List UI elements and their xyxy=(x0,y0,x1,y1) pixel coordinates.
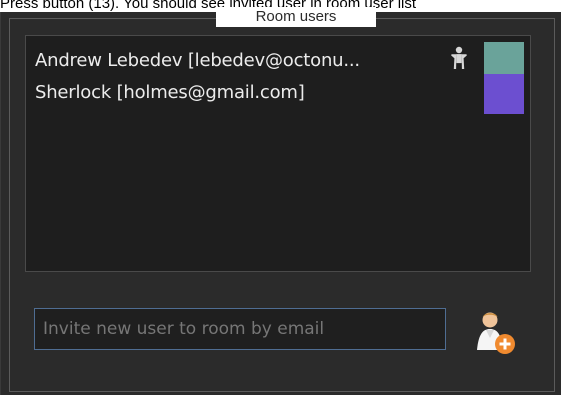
user-row[interactable]: Sherlock [holmes@gmail.com] xyxy=(35,74,525,114)
invite-email-input[interactable] xyxy=(34,308,446,350)
user-label: Andrew Lebedev [lebedev@octonu... xyxy=(35,50,360,71)
user-label: Sherlock [holmes@gmail.com] xyxy=(35,82,305,103)
group-title: Room users xyxy=(216,7,376,27)
add-user-icon xyxy=(477,312,515,354)
person-icon xyxy=(451,46,467,69)
user-color-swatch xyxy=(484,74,524,114)
user-row[interactable]: Andrew Lebedev [lebedev@octonu... xyxy=(35,42,525,82)
add-user-button[interactable] xyxy=(472,308,526,358)
room-users-panel: Room users Andrew Lebedev [lebedev@octon… xyxy=(0,7,561,395)
users-list[interactable]: Andrew Lebedev [lebedev@octonu... Sherlo… xyxy=(25,35,531,272)
